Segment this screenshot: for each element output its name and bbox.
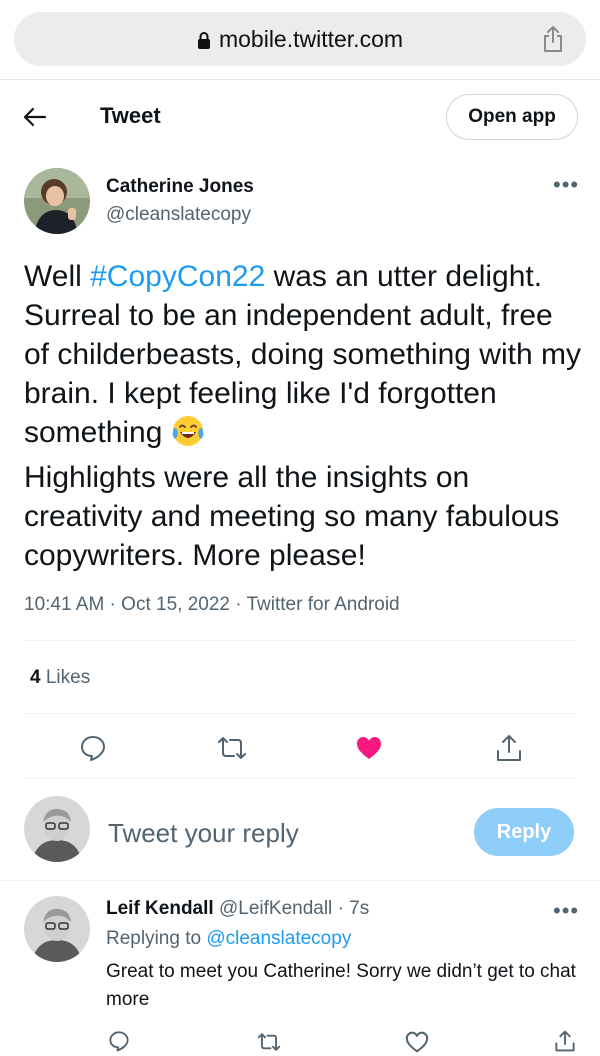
- author-name[interactable]: Catherine Jones: [106, 176, 254, 198]
- reply-header: Leif Kendall @LeifKendall · 7s: [106, 898, 369, 920]
- reply-reply-icon[interactable]: [108, 1030, 130, 1056]
- current-user-avatar[interactable]: [24, 796, 90, 862]
- replying-to: Replying to @cleanslatecopy: [106, 928, 351, 950]
- likes-number: 4: [30, 667, 41, 688]
- reply-author-name[interactable]: Leif Kendall: [106, 898, 214, 919]
- reply-retweet-icon[interactable]: [256, 1031, 282, 1056]
- url-text: mobile.twitter.com: [218, 26, 404, 52]
- reply-time[interactable]: · 7s: [338, 898, 370, 919]
- page-header: Tweet Open app: [0, 80, 600, 156]
- reply-share-icon[interactable]: [554, 1029, 576, 1056]
- divider: [0, 880, 600, 881]
- reply-text: Great to meet you Catherine! Sorry we di…: [106, 961, 576, 1010]
- page-title: Tweet: [100, 103, 161, 128]
- browser-share-icon[interactable]: [542, 25, 564, 58]
- tweet-text-start: Well: [24, 260, 91, 293]
- likes-count[interactable]: 4 Likes: [30, 667, 90, 689]
- hashtag-link[interactable]: #CopyCon22: [90, 260, 265, 293]
- url-display[interactable]: mobile.twitter.com: [14, 26, 586, 55]
- like-heart-icon[interactable]: [355, 735, 383, 766]
- share-icon[interactable]: [495, 733, 523, 768]
- author-handle[interactable]: @cleanslatecopy: [106, 204, 251, 226]
- replying-to-handle-link[interactable]: @cleanslatecopy: [206, 928, 351, 949]
- reply-input[interactable]: Tweet your reply: [108, 818, 299, 849]
- reply-more-options-icon[interactable]: •••: [553, 898, 579, 924]
- author-avatar[interactable]: [24, 168, 90, 234]
- open-app-button[interactable]: Open app: [446, 94, 578, 140]
- reply-author-avatar[interactable]: [24, 896, 90, 962]
- tweet-text: Well #CopyCon22 was an utter delight. Su…: [24, 257, 584, 575]
- retweet-icon[interactable]: [216, 734, 248, 767]
- browser-url-bar-area: mobile.twitter.com: [0, 0, 600, 80]
- lock-icon: [197, 28, 211, 55]
- reply-like-icon[interactable]: [405, 1031, 429, 1056]
- replying-to-label: Replying to: [106, 928, 202, 949]
- tears-of-joy-emoji-icon: [171, 414, 205, 458]
- more-options-icon[interactable]: •••: [553, 172, 579, 198]
- tweet-timestamp-source[interactable]: 10:41 AM · Oct 15, 2022 · Twitter for An…: [24, 594, 400, 616]
- reply-icon[interactable]: [79, 734, 107, 767]
- browser-url-bar[interactable]: mobile.twitter.com: [14, 12, 586, 66]
- back-arrow-icon[interactable]: [22, 104, 48, 135]
- divider: [24, 778, 576, 779]
- likes-label: Likes: [45, 667, 91, 688]
- tweet-text-end: Highlights were all the insights on crea…: [24, 461, 560, 572]
- divider: [24, 640, 576, 641]
- divider: [24, 713, 576, 714]
- reply-button[interactable]: Reply: [474, 808, 574, 856]
- reply-author-handle[interactable]: @LeifKendall: [219, 898, 332, 919]
